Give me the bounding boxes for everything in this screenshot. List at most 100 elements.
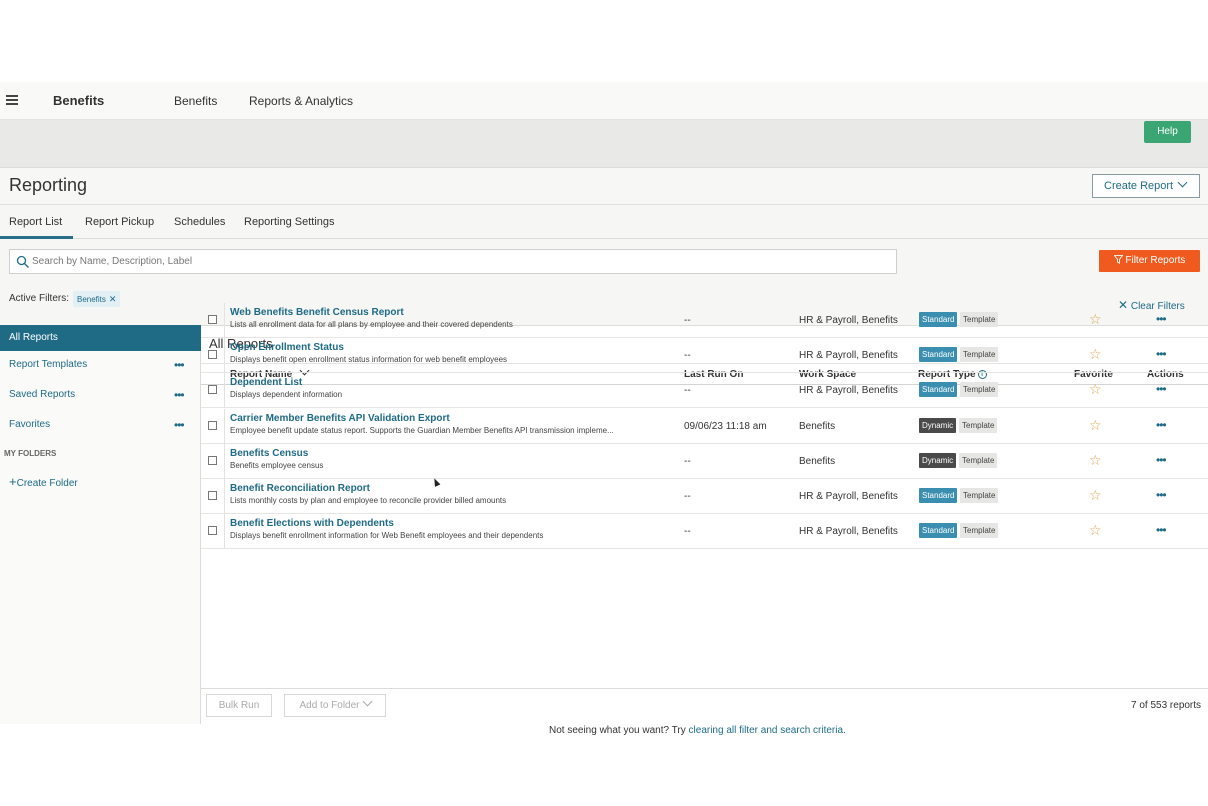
row-actions-icon[interactable]: ••• <box>1156 453 1167 467</box>
tab-reporting-settings[interactable]: Reporting Settings <box>244 216 335 228</box>
table-row[interactable]: Benefits Census Benefits employee census -… <box>201 443 1208 479</box>
sidebar-item-report-templates[interactable]: Report Templates <box>9 359 87 370</box>
report-name-link[interactable]: Open Enrollment Status <box>230 342 344 353</box>
table-row[interactable]: Carrier Member Benefits API Validation E… <box>201 408 1208 444</box>
report-type-badge: Standard <box>919 382 958 398</box>
report-name-link[interactable]: Carrier Member Benefits API Validation E… <box>230 413 450 424</box>
report-description: Benefits employee census <box>230 460 324 470</box>
more-options-icon[interactable]: ••• <box>174 358 185 372</box>
row-checkbox[interactable] <box>208 315 217 324</box>
report-type-badge: Dynamic <box>919 452 957 468</box>
chevron-down-icon <box>362 696 372 707</box>
reporting-app: Benefits Benefits Reports & Analytics He… <box>0 82 1208 736</box>
report-type-badge: Standard <box>919 347 958 363</box>
template-badge: Template <box>960 523 999 539</box>
chevron-down-icon <box>1177 177 1188 188</box>
empty-hint-text: Not seeing what you want? Try <box>549 725 689 736</box>
table-row[interactable]: Web Benefits Benefit Census Report Lists … <box>201 303 1208 338</box>
report-name-link[interactable]: Benefit Elections with Dependents <box>230 518 394 529</box>
favorite-star-icon[interactable]: ☆ <box>1089 522 1102 539</box>
report-name-link[interactable]: Web Benefits Benefit Census Report <box>230 307 404 318</box>
favorite-star-icon[interactable]: ☆ <box>1089 381 1102 398</box>
create-report-label: Create Report <box>1104 180 1174 192</box>
report-description: Displays benefit enrollment information … <box>230 531 544 541</box>
template-badge: Template <box>960 347 999 363</box>
report-name-link[interactable]: Dependent List <box>230 377 302 388</box>
report-type-badge: Standard <box>919 312 958 327</box>
sidebar-item-all-reports[interactable]: All Reports <box>0 325 201 351</box>
row-actions-icon[interactable]: ••• <box>1156 347 1167 361</box>
row-checkbox[interactable] <box>208 350 217 360</box>
row-checkbox[interactable] <box>208 455 217 465</box>
table-row[interactable]: Benefit Reconciliation Report Lists month… <box>201 479 1208 514</box>
last-run-value: -- <box>684 315 691 326</box>
favorite-star-icon[interactable]: ☆ <box>1089 311 1102 328</box>
table-row[interactable]: Open Enrollment Status Displays benefit o… <box>201 338 1208 374</box>
menu-icon[interactable] <box>6 95 18 105</box>
filter-chip-benefits: Benefits ✕ <box>73 291 121 307</box>
workspace-value: HR & Payroll, Benefits <box>799 350 898 362</box>
report-description: Displays benefit open enrollment status … <box>230 355 508 365</box>
last-run-value: -- <box>684 491 691 502</box>
report-type-badge: Dynamic <box>919 417 957 433</box>
workspace-value: HR & Payroll, Benefits <box>799 526 898 538</box>
sidebar-item-favorites[interactable]: Favorites <box>9 419 50 430</box>
add-to-folder-label: Add to Folder <box>299 700 360 711</box>
favorite-star-icon[interactable]: ☆ <box>1089 452 1102 469</box>
add-to-folder-button[interactable]: Add to Folder <box>284 694 386 717</box>
brand-title: Benefits <box>53 93 105 108</box>
report-type-badge: Standard <box>919 488 958 503</box>
row-divider <box>224 408 225 444</box>
more-options-icon[interactable]: ••• <box>174 418 185 432</box>
sidebar-item-saved-reports[interactable]: Saved Reports <box>9 389 75 400</box>
row-checkbox[interactable] <box>208 420 217 430</box>
workspace-value: Benefits <box>799 420 836 432</box>
workspace-value: HR & Payroll, Benefits <box>799 385 898 397</box>
favorite-star-icon[interactable]: ☆ <box>1089 487 1102 504</box>
help-button[interactable]: Help <box>1144 121 1191 143</box>
remove-filter-icon[interactable]: ✕ <box>109 294 117 304</box>
filter-chip-label: Benefits <box>77 295 106 304</box>
workspace-value: Benefits <box>799 455 836 467</box>
row-checkbox[interactable] <box>208 385 217 395</box>
filter-reports-button[interactable]: Filter Reports <box>1099 250 1200 272</box>
more-options-icon[interactable]: ••• <box>174 388 185 402</box>
tab-schedules[interactable]: Schedules <box>174 216 225 228</box>
search-input[interactable] <box>32 250 892 273</box>
tab-report-pickup[interactable]: Report Pickup <box>85 216 154 228</box>
top-nav: Benefits Benefits Reports & Analytics <box>0 82 1208 120</box>
table-row[interactable]: Dependent List Displays dependent informa… <box>201 373 1208 409</box>
row-actions-icon[interactable]: ••• <box>1156 418 1167 432</box>
row-actions-icon[interactable]: ••• <box>1156 523 1167 537</box>
report-name-link[interactable]: Benefit Reconciliation Report <box>230 483 370 494</box>
nav-link-benefits[interactable]: Benefits <box>174 94 217 108</box>
report-description: Employee benefit update status report. S… <box>230 425 614 435</box>
row-checkbox[interactable] <box>208 526 217 536</box>
clear-criteria-link[interactable]: clearing all filter and search criteria. <box>689 725 846 736</box>
template-badge: Template <box>960 488 999 503</box>
favorite-star-icon[interactable]: ☆ <box>1089 417 1102 434</box>
table-row[interactable]: Benefit Elections with Dependents Display… <box>201 514 1208 550</box>
bulk-run-button[interactable]: Bulk Run <box>206 694 272 717</box>
search-icon <box>16 255 29 268</box>
last-run-value: 09/06/23 11:18 am <box>684 420 767 432</box>
row-checkbox[interactable] <box>208 491 217 500</box>
create-folder-button[interactable]: +Create Folder <box>9 474 78 489</box>
filter-reports-label: Filter Reports <box>1125 255 1186 266</box>
filter-icon <box>1113 255 1124 264</box>
report-name-link[interactable]: Benefits Census <box>230 448 308 459</box>
template-badge: Template <box>960 382 999 398</box>
row-actions-icon[interactable]: ••• <box>1156 382 1167 396</box>
page-title: Reporting <box>9 175 88 195</box>
row-actions-icon[interactable]: ••• <box>1156 312 1167 326</box>
report-description: Lists all enrollment data for all plans … <box>230 320 513 329</box>
create-report-button[interactable]: Create Report <box>1092 174 1200 198</box>
nav-link-reports-analytics[interactable]: Reports & Analytics <box>249 94 353 108</box>
active-tab-indicator <box>0 236 73 239</box>
row-actions-icon[interactable]: ••• <box>1156 488 1167 502</box>
report-type-badge: Standard <box>919 523 958 539</box>
last-run-value: -- <box>684 385 691 397</box>
tab-report-list[interactable]: Report List <box>9 216 62 228</box>
favorite-star-icon[interactable]: ☆ <box>1089 346 1102 363</box>
template-badge: Template <box>959 417 998 433</box>
